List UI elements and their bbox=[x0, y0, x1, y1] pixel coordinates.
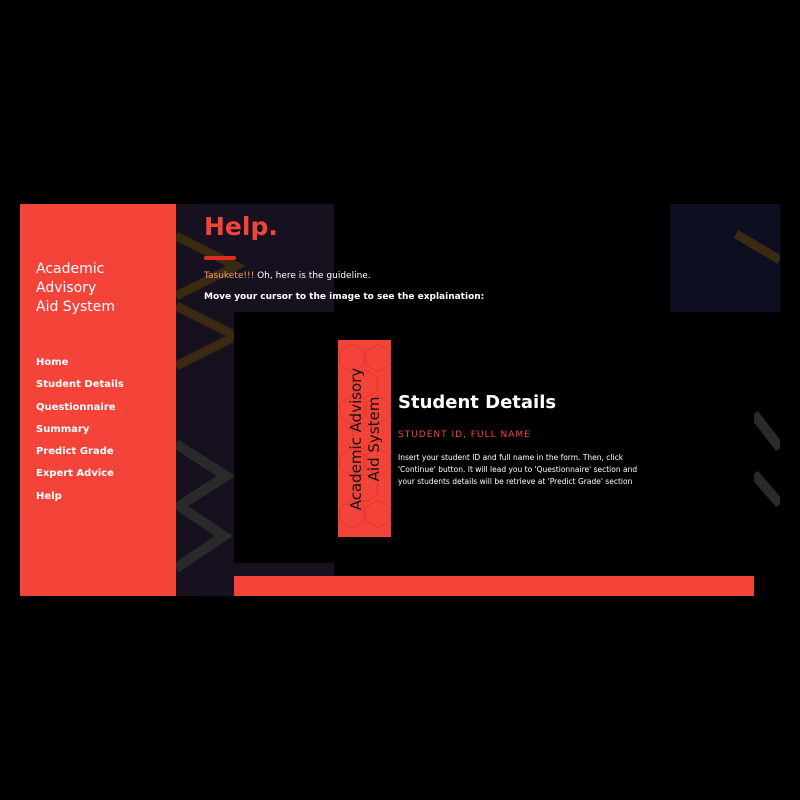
feature-card-label: Academic Advisory Aid System bbox=[347, 340, 383, 537]
feature-subtitle: STUDENT ID, FULL NAME bbox=[398, 430, 531, 440]
main-content: Help. Tasukete!!! Oh, here is the guidel… bbox=[176, 204, 780, 596]
sidebar: Academic Advisory Aid System Home Studen… bbox=[20, 204, 176, 596]
brand-line-3: Aid System bbox=[36, 299, 116, 315]
app-window: Academic Advisory Aid System Home Studen… bbox=[20, 204, 780, 596]
card-line-1: Academic Advisory bbox=[346, 367, 365, 510]
brand-logo-text: Academic Advisory Aid System bbox=[36, 260, 166, 317]
sidebar-item-expert-advice[interactable]: Expert Advice bbox=[36, 467, 124, 489]
intro-text: Tasukete!!! Oh, here is the guideline. bbox=[204, 271, 371, 281]
intro-body-text: Oh, here is the guideline. bbox=[254, 271, 371, 281]
brand-line-1: Academic bbox=[36, 261, 105, 277]
feature-title: Student Details bbox=[398, 392, 557, 413]
feature-card[interactable]: Academic Advisory Aid System bbox=[338, 340, 391, 537]
brand-line-2: Advisory bbox=[36, 280, 97, 296]
sidebar-item-predict-grade[interactable]: Predict Grade bbox=[36, 445, 124, 467]
guide-image-panel[interactable]: Academic Advisory Aid System Student Det… bbox=[234, 312, 754, 563]
sidebar-item-questionnaire[interactable]: Questionnaire bbox=[36, 401, 124, 423]
sidebar-item-student-details[interactable]: Student Details bbox=[36, 378, 124, 400]
title-underline bbox=[204, 256, 236, 260]
instruction-text: Move your cursor to the image to see the… bbox=[204, 292, 485, 302]
sidebar-item-summary[interactable]: Summary bbox=[36, 423, 124, 445]
card-line-2: Aid System bbox=[364, 396, 383, 481]
intro-accent-text: Tasukete!!! bbox=[204, 271, 255, 281]
feature-description: Insert your student ID and full name in … bbox=[398, 453, 638, 486]
sidebar-item-home[interactable]: Home bbox=[36, 356, 124, 378]
sidebar-item-help[interactable]: Help bbox=[36, 490, 124, 512]
next-slide-bar[interactable] bbox=[234, 576, 754, 596]
page-title: Help. bbox=[204, 212, 278, 241]
sidebar-nav: Home Student Details Questionnaire Summa… bbox=[36, 356, 124, 512]
